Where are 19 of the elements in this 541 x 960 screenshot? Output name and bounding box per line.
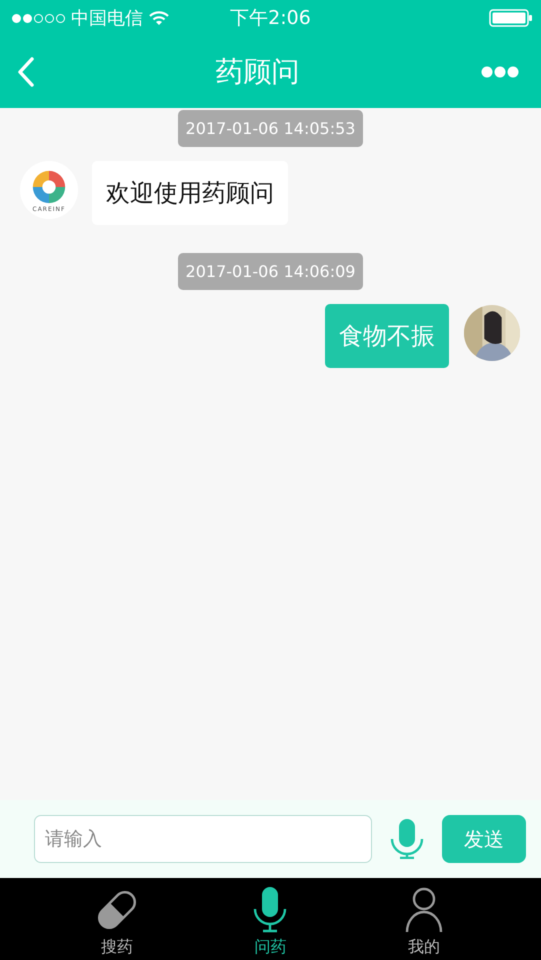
status-time: 下午2:06 xyxy=(230,6,311,31)
back-icon[interactable] xyxy=(18,57,34,87)
person-icon xyxy=(404,887,444,933)
tab[interactable]: 我的 xyxy=(379,878,470,960)
carrier-name: 中国电信 xyxy=(71,7,143,30)
message-input[interactable]: 请输入 xyxy=(34,815,372,863)
battery-icon xyxy=(489,9,533,27)
signal-icon xyxy=(12,14,65,22)
page-title: 药顾问 xyxy=(216,54,300,90)
more-icon[interactable] xyxy=(481,66,519,78)
message-bubble: 欢迎使用药顾问 xyxy=(92,161,288,225)
timestamp: 2017-01-06 14:06:09 xyxy=(178,253,364,290)
wifi-icon xyxy=(149,10,169,26)
microphone-icon xyxy=(253,887,288,933)
message-bubble: 食物不振 xyxy=(325,304,449,368)
tab[interactable]: 问药 xyxy=(225,878,316,960)
microphone-icon[interactable] xyxy=(390,819,424,859)
timestamp: 2017-01-06 14:05:53 xyxy=(178,110,364,147)
tab[interactable]: 搜药 xyxy=(72,878,162,960)
